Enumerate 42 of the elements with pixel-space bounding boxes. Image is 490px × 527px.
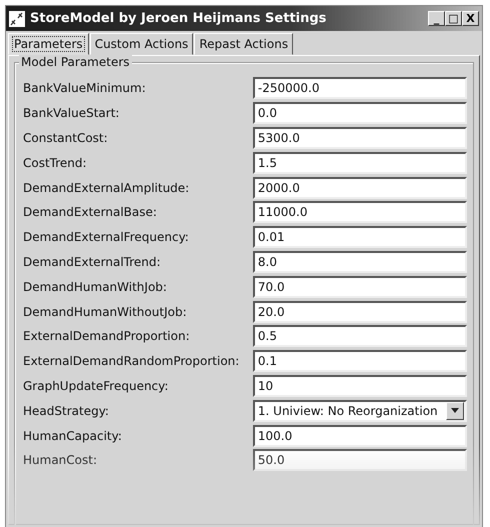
app-icon — [9, 10, 25, 26]
input-field[interactable]: 0.0 — [252, 102, 467, 124]
window-title: StoreModel by Jeroen Heijmans Settings — [30, 11, 328, 26]
parameter-label: DemandHumanWithJob: — [23, 280, 168, 294]
dropdown[interactable]: 1. Uniview: No Reorganization — [252, 400, 467, 422]
parameter-label: BankValueMinimum: — [23, 81, 147, 96]
input-field[interactable]: 20.0 — [252, 300, 467, 323]
input-field[interactable]: 50.0 — [252, 449, 467, 472]
parameter-label: CostTrend: — [23, 156, 88, 170]
window-control-button[interactable]: □ — [445, 11, 462, 26]
tab[interactable]: Parameters — [8, 33, 89, 55]
parameter-label: GraphUpdateFrequency: — [23, 378, 170, 393]
parameter-label: ExternalDemandRandomProportion: — [23, 354, 240, 368]
parameter-label: BankValueStart: — [23, 106, 120, 120]
input-field[interactable]: 1.5 — [252, 152, 467, 174]
parameter-label: ExternalDemandProportion: — [23, 329, 191, 344]
parameter-label: DemandExternalTrend: — [23, 254, 162, 269]
group-title: Model Parameters — [19, 55, 132, 69]
input-field[interactable]: -250000.0 — [252, 77, 467, 100]
tab[interactable]: Custom Actions — [90, 33, 194, 55]
parameter-label: ConstantCost: — [23, 130, 109, 145]
input-field[interactable]: 2000.0 — [252, 176, 467, 199]
parameter-label: DemandHumanWithoutJob: — [23, 304, 188, 319]
input-field[interactable]: 70.0 — [252, 276, 467, 298]
input-field[interactable]: 0.1 — [252, 350, 467, 372]
input-field[interactable]: 8.0 — [252, 250, 467, 273]
parameter-label: DemandExternalFrequency: — [23, 230, 190, 244]
window-control-button[interactable]: X — [462, 11, 479, 26]
parameter-label: HeadStrategy: — [23, 404, 110, 418]
parameter-label: DemandExternalAmplitude: — [23, 180, 190, 195]
caret-icon — [446, 402, 464, 420]
parameter-label: DemandExternalBase: — [23, 205, 158, 220]
input-field[interactable]: 5300.0 — [252, 126, 467, 149]
input-field[interactable]: 0.01 — [252, 226, 467, 248]
input-field[interactable]: 11000.0 — [252, 201, 467, 224]
input-field[interactable]: 0.5 — [252, 325, 467, 348]
input-field[interactable]: 100.0 — [252, 424, 467, 447]
input-field[interactable]: 10 — [252, 374, 467, 397]
tab[interactable]: Repast Actions — [194, 33, 294, 55]
window-control-button[interactable]: _ — [428, 11, 445, 26]
parameter-label: HumanCost: — [23, 453, 98, 468]
parameter-label: HumanCapacity: — [23, 428, 123, 443]
